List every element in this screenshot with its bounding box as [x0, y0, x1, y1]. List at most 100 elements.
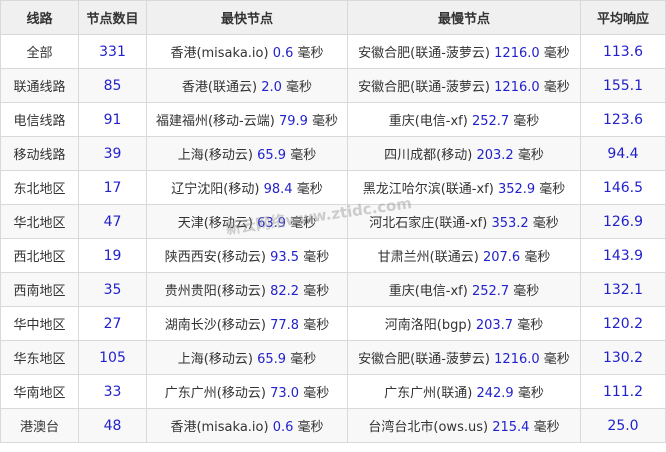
unit-label: 毫秒 — [524, 250, 551, 265]
slowest-node-cell: 四川成都(移动) 203.2 毫秒 — [347, 136, 581, 171]
line-cell: 西南地区 — [0, 272, 79, 307]
slowest-node-name: 甘肃兰州(联通云) — [377, 250, 479, 265]
line-cell: 西北地区 — [0, 238, 79, 273]
slowest-node-cell: 黑龙江哈尔滨(联通-xf) 352.9 毫秒 — [347, 170, 581, 205]
average-response-cell: 25.0 — [580, 408, 666, 443]
slowest-node-ms: 1216.0 — [494, 46, 540, 61]
unit-label: 毫秒 — [532, 216, 559, 231]
line-cell: 电信线路 — [0, 102, 79, 137]
slowest-node-cell: 河南洛阳(bgp) 203.7 毫秒 — [347, 306, 581, 341]
average-response-cell: 113.6 — [580, 34, 666, 69]
slowest-node-ms: 207.6 — [482, 250, 521, 265]
average-response-cell: 123.6 — [580, 102, 666, 137]
fastest-node-ms: 0.6 — [272, 46, 294, 61]
fastest-node-cell: 陕西西安(移动云) 93.5 毫秒 — [146, 238, 348, 273]
speed-test-table: 线路 节点数目 最快节点 最慢节点 平均响应 全部 331 香港(misaka.io… — [0, 0, 666, 443]
node-count-cell: 27 — [78, 306, 147, 341]
fastest-node-cell: 香港(联通云) 2.0 毫秒 — [146, 68, 348, 103]
table-row: 全部 331 香港(misaka.io) 0.6 毫秒 安徽合肥(联通-菠萝云) 12… — [0, 34, 666, 69]
line-cell: 华东地区 — [0, 340, 79, 375]
slowest-node-ms: 353.2 — [491, 216, 529, 231]
table-row: 西南地区 35 贵州贵阳(移动云) 82.2 毫秒 重庆(电信-xf) 252.7 毫… — [0, 272, 666, 307]
slowest-node-ms: 1216.0 — [494, 80, 540, 95]
fastest-node-ms: 82.2 — [270, 284, 300, 299]
fastest-node-name: 天津(移动云) — [177, 216, 253, 231]
unit-label: 毫秒 — [543, 352, 570, 367]
fastest-node-cell: 上海(移动云) 65.9 毫秒 — [146, 340, 348, 375]
fastest-node-ms: 77.8 — [270, 318, 300, 333]
slowest-node-ms: 252.7 — [471, 284, 510, 299]
slowest-node-name: 黑龙江哈尔滨(联通-xf) — [362, 182, 494, 197]
slowest-node-name: 河北石家庄(联通-xf) — [369, 216, 488, 231]
slowest-node-cell: 重庆(电信-xf) 252.7 毫秒 — [347, 272, 581, 307]
fastest-node-name: 辽宁沈阳(移动) — [171, 182, 260, 197]
line-cell: 华南地区 — [0, 374, 79, 409]
unit-label: 毫秒 — [286, 80, 313, 95]
unit-label: 毫秒 — [290, 216, 317, 231]
node-count-cell: 47 — [78, 204, 147, 239]
slowest-node-cell: 广东广州(联通) 242.9 毫秒 — [347, 374, 581, 409]
average-response-cell: 111.2 — [580, 374, 666, 409]
unit-label: 毫秒 — [297, 420, 324, 435]
node-count-cell: 91 — [78, 102, 147, 137]
slowest-node-name: 重庆(电信-xf) — [388, 114, 468, 129]
fastest-node-cell: 天津(移动云) 63.9 毫秒 — [146, 204, 348, 239]
node-count-cell: 105 — [78, 340, 147, 375]
table-row: 西北地区 19 陕西西安(移动云) 93.5 毫秒 甘肃兰州(联通云) 207.6 毫… — [0, 238, 666, 273]
fastest-node-name: 福建福州(移动-云端) — [155, 114, 275, 129]
unit-label: 毫秒 — [297, 46, 324, 61]
unit-label: 毫秒 — [543, 46, 570, 61]
line-cell: 港澳台 — [0, 408, 79, 443]
average-response-cell: 143.9 — [580, 238, 666, 273]
fastest-node-name: 香港(misaka.io) — [170, 420, 269, 435]
table-row: 东北地区 17 辽宁沈阳(移动) 98.4 毫秒 黑龙江哈尔滨(联通-xf) 352.… — [0, 170, 666, 205]
slowest-node-ms: 203.7 — [475, 318, 514, 333]
slowest-node-name: 台湾台北市(ows.us) — [368, 420, 489, 435]
line-cell: 华中地区 — [0, 306, 79, 341]
fastest-node-cell: 辽宁沈阳(移动) 98.4 毫秒 — [146, 170, 348, 205]
slowest-node-name: 四川成都(移动) — [384, 148, 473, 163]
slowest-node-ms: 1216.0 — [494, 352, 540, 367]
average-response-cell: 155.1 — [580, 68, 666, 103]
unit-label: 毫秒 — [312, 114, 339, 129]
unit-label: 毫秒 — [303, 250, 330, 265]
fastest-node-cell: 香港(misaka.io) 0.6 毫秒 — [146, 408, 348, 443]
line-cell: 移动线路 — [0, 136, 79, 171]
fastest-node-name: 湖南长沙(移动云) — [164, 318, 266, 333]
fastest-node-cell: 广东广州(移动云) 73.0 毫秒 — [146, 374, 348, 409]
fastest-node-ms: 65.9 — [257, 352, 287, 367]
table-row: 移动线路 39 上海(移动云) 65.9 毫秒 四川成都(移动) 203.2 毫秒 94… — [0, 136, 666, 171]
unit-label: 毫秒 — [303, 284, 330, 299]
unit-label: 毫秒 — [303, 386, 330, 401]
line-cell: 全部 — [0, 34, 79, 69]
unit-label: 毫秒 — [517, 148, 544, 163]
slowest-node-name: 广东广州(联通) — [384, 386, 473, 401]
fastest-node-ms: 65.9 — [257, 148, 287, 163]
fastest-node-name: 贵州贵阳(移动云) — [164, 284, 266, 299]
fastest-node-name: 陕西西安(移动云) — [164, 250, 266, 265]
unit-label: 毫秒 — [517, 386, 544, 401]
unit-label: 毫秒 — [543, 80, 570, 95]
unit-label: 毫秒 — [513, 284, 540, 299]
fastest-node-cell: 上海(移动云) 65.9 毫秒 — [146, 136, 348, 171]
node-count-cell: 331 — [78, 34, 147, 69]
node-count-cell: 35 — [78, 272, 147, 307]
table-row: 电信线路 91 福建福州(移动-云端) 79.9 毫秒 重庆(电信-xf) 252.7… — [0, 102, 666, 137]
fastest-node-cell: 贵州贵阳(移动云) 82.2 毫秒 — [146, 272, 348, 307]
fastest-node-name: 上海(移动云) — [177, 352, 253, 367]
table-row: 华中地区 27 湖南长沙(移动云) 77.8 毫秒 河南洛阳(bgp) 203.7 毫… — [0, 306, 666, 341]
slowest-node-ms: 352.9 — [497, 182, 536, 197]
line-cell: 华北地区 — [0, 204, 79, 239]
table-row: 华北地区 47 天津(移动云) 63.9 毫秒 河北石家庄(联通-xf) 353.2 … — [0, 204, 666, 239]
node-count-cell: 33 — [78, 374, 147, 409]
unit-label: 毫秒 — [533, 420, 560, 435]
slowest-node-cell: 台湾台北市(ows.us) 215.4 毫秒 — [347, 408, 581, 443]
fastest-node-name: 香港(misaka.io) — [170, 46, 269, 61]
slowest-node-cell: 安徽合肥(联通-菠萝云) 1216.0 毫秒 — [347, 68, 581, 103]
average-response-cell: 132.1 — [580, 272, 666, 307]
line-cell: 联通线路 — [0, 68, 79, 103]
slowest-node-name: 安徽合肥(联通-菠萝云) — [358, 46, 491, 61]
fastest-node-ms: 63.9 — [257, 216, 287, 231]
slowest-node-ms: 242.9 — [476, 386, 514, 401]
unit-label: 毫秒 — [296, 182, 323, 197]
